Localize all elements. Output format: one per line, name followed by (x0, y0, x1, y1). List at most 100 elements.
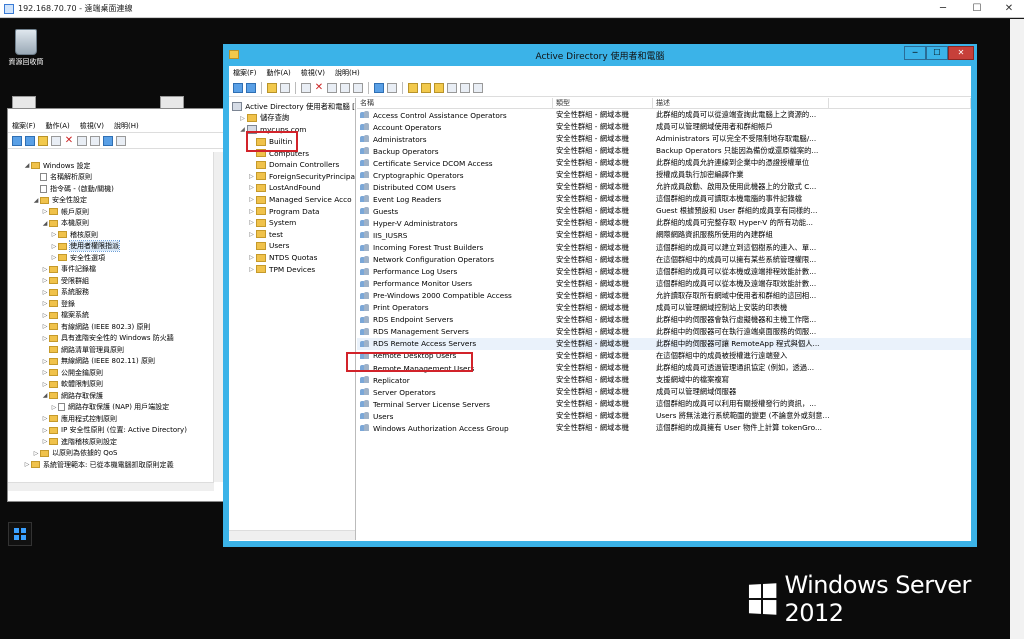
refresh-icon[interactable] (340, 82, 350, 93)
gpo-tree-item[interactable]: ◢ 網路存取保護 (8, 390, 214, 402)
ad-tree-item[interactable]: ▷ Managed Service Acco (229, 194, 355, 206)
column-type-header[interactable]: 類型 (553, 98, 653, 108)
expand-arrow-icon[interactable]: ▷ (41, 266, 49, 273)
ad-tree-item[interactable]: ▷ System (229, 217, 355, 229)
gpo-tree-item[interactable]: ▷ 有線網路 (IEEE 802.3) 原則 (8, 321, 214, 333)
gpo-tree-item[interactable]: ▷ 稽核原則 (8, 229, 214, 241)
group-row[interactable]: Performance Log Users 安全性群組 - 網域本機 這個群組的成員… (357, 266, 971, 278)
gpo-tree-item[interactable]: ▷ 無線網路 (IEEE 802.11) 原則 (8, 356, 214, 368)
ad-tree-item[interactable]: ▷ NTDS Quotas (229, 252, 355, 264)
gpo-tree-item[interactable]: ▷ 登錄 (8, 298, 214, 310)
properties-icon[interactable] (327, 82, 337, 93)
expand-arrow-icon[interactable]: ▷ (247, 266, 256, 273)
new-user-icon[interactable] (408, 82, 418, 93)
expand-arrow-icon[interactable]: ▷ (41, 381, 49, 388)
ad-maximize-button[interactable]: ☐ (926, 46, 948, 60)
show-tree-icon[interactable] (280, 82, 290, 93)
column-description-header[interactable]: 描述 (653, 98, 829, 108)
gpo-tree-item[interactable]: ▷ 應用程式控制原則 (8, 413, 214, 425)
group-row[interactable]: Administrators 安全性群組 - 網域本機 Administrators… (357, 133, 971, 145)
gpo-tree-item[interactable]: ▷ 安全性選項 (8, 252, 214, 264)
new-ou-icon[interactable] (434, 82, 444, 93)
new-group-icon[interactable] (421, 82, 431, 93)
group-row[interactable]: Users 安全性群組 - 網域本機 Users 將無法進行系統範圍的變更 (不論意… (357, 410, 971, 422)
expand-arrow-icon[interactable]: ▷ (41, 208, 49, 215)
group-row[interactable]: Network Configuration Operators 安全性群組 - 網… (357, 254, 971, 266)
ad-menu-help[interactable]: 說明(H) (335, 68, 360, 78)
gpo-tree-item[interactable]: ◢ 本機原則 (8, 218, 214, 230)
expand-arrow-icon[interactable]: ◢ (23, 162, 31, 169)
ad-tree-item[interactable]: ▷ test (229, 229, 355, 241)
expand-arrow-icon[interactable]: ▷ (50, 254, 58, 261)
gpo-tree-item[interactable]: ▷ 具有進階安全性的 Windows 防火牆 (8, 333, 214, 345)
show-tree-icon[interactable] (51, 135, 61, 146)
expand-arrow-icon[interactable]: ▷ (50, 404, 58, 411)
expand-arrow-icon[interactable]: ▷ (41, 335, 49, 342)
group-row[interactable]: RDS Management Servers 安全性群組 - 網域本機 此群組中的伺… (357, 326, 971, 338)
group-row[interactable]: Distributed COM Users 安全性群組 - 網域本機 允許成員啟動、… (357, 181, 971, 193)
group-row[interactable]: Account Operators 安全性群組 - 網域本機 成員可以管理網域使用者… (357, 121, 971, 133)
gpo-tree-item[interactable]: ◢ 安全性設定 (8, 195, 214, 207)
group-row[interactable]: Guests 安全性群組 - 網域本機 Guest 根據預設和 User 群組的成員… (357, 205, 971, 217)
rdp-minimize-button[interactable]: ─ (926, 0, 960, 18)
help-icon[interactable] (374, 82, 384, 93)
gpo-tree-item[interactable]: ▷ 使用者權限指派 (8, 240, 214, 253)
expand-arrow-icon[interactable]: ▷ (50, 231, 58, 238)
expand-arrow-icon[interactable]: ▷ (41, 427, 49, 434)
gpo-tree-item[interactable]: ▷ 軟體限制原則 (8, 379, 214, 391)
gpo-tree-item[interactable]: 網路清單管理員原則 (8, 344, 214, 356)
filter-icon[interactable] (447, 82, 457, 93)
ad-tree-item[interactable]: ▷ TPM Devices (229, 263, 355, 275)
group-row[interactable]: Cryptographic Operators 安全性群組 - 網域本機 授權成員執… (357, 169, 971, 181)
group-row[interactable]: IIS_IUSRS 安全性群組 - 網域本機 網際網路資訊服務所使用的內建群組 (357, 229, 971, 241)
expand-arrow-icon[interactable]: ▷ (41, 438, 49, 445)
up-folder-icon[interactable] (267, 82, 277, 93)
expand-arrow-icon[interactable]: ▷ (247, 231, 256, 238)
gpo-tree-item[interactable]: ▷ 帳戶原則 (8, 206, 214, 218)
expand-arrow-icon[interactable]: ▷ (41, 312, 49, 319)
expand-arrow-icon[interactable]: ▷ (247, 184, 256, 191)
gpo-menu-action[interactable]: 動作(A) (46, 121, 70, 131)
gpo-menu-file[interactable]: 檔案(F) (12, 121, 36, 131)
group-policy-editor-window[interactable]: 檔案(F) 動作(A) 檢視(V) 說明(H) ✕ ◢ Windows 設定 名稱解… (7, 108, 225, 502)
ad-tree-item[interactable]: ▷ ForeignSecurityPrincipa (229, 171, 355, 183)
gpo-tree-item[interactable]: ▷ 檔案系統 (8, 310, 214, 322)
gpo-tree-item[interactable]: ▷ 進階稽核原則設定 (8, 436, 214, 448)
gpo-tree-item[interactable]: 名稱解析原則 (8, 172, 214, 184)
back-icon[interactable] (233, 82, 243, 93)
export-icon[interactable] (353, 82, 363, 93)
ad-tree-item[interactable]: Domain Controllers (229, 159, 355, 171)
ad-menu-action[interactable]: 動作(A) (267, 68, 291, 78)
ad-tree-item[interactable]: ▷ LostAndFound (229, 182, 355, 194)
expand-arrow-icon[interactable]: ▷ (247, 173, 256, 180)
group-row[interactable]: Windows Authorization Access Group 安全性群組 … (357, 422, 971, 434)
add-to-group-icon[interactable] (473, 82, 483, 93)
properties-icon[interactable] (77, 135, 87, 146)
ad-menu-file[interactable]: 檔案(F) (233, 68, 257, 78)
forward-icon[interactable] (25, 135, 35, 146)
ad-users-computers-window[interactable]: Active Directory 使用者和電腦 ─ ☐ ✕ 檔案(F) 動作(A… (223, 44, 977, 547)
gpo-tree-item[interactable]: ▷ IP 安全性原則 (位置: Active Directory) (8, 425, 214, 437)
ad-close-button[interactable]: ✕ (948, 46, 974, 60)
copy-icon[interactable] (301, 82, 311, 93)
expand-arrow-icon[interactable]: ▷ (23, 461, 31, 468)
expand-arrow-icon[interactable]: ▷ (247, 254, 256, 261)
forward-icon[interactable] (246, 82, 256, 93)
expand-arrow-icon[interactable]: ▷ (247, 208, 256, 215)
expand-arrow-icon[interactable]: ▷ (41, 415, 49, 422)
gpo-tree-item[interactable]: ▷ 受限群組 (8, 275, 214, 287)
gpo-tree-item[interactable]: ▷ 公開金鑰原則 (8, 367, 214, 379)
ad-tree-item[interactable]: Users (229, 240, 355, 252)
group-row[interactable]: RDS Endpoint Servers 安全性群組 - 網域本機 此群組中的伺服器… (357, 314, 971, 326)
expand-arrow-icon[interactable]: ▷ (32, 450, 40, 457)
view-icon[interactable] (387, 82, 397, 93)
expand-arrow-icon[interactable]: ▷ (247, 219, 256, 226)
start-button[interactable] (8, 522, 32, 546)
recycle-bin[interactable]: 資源回收筒 (6, 29, 46, 67)
find-icon[interactable] (460, 82, 470, 93)
view-icon[interactable] (116, 135, 126, 146)
expand-arrow-icon[interactable]: ▷ (41, 358, 49, 365)
group-row[interactable]: Performance Monitor Users 安全性群組 - 網域本機 這個群… (357, 278, 971, 290)
group-row[interactable]: Print Operators 安全性群組 - 網域本機 成員可以管理網域控制站上安… (357, 302, 971, 314)
gpo-tree-item[interactable]: ▷ 系統服務 (8, 287, 214, 299)
